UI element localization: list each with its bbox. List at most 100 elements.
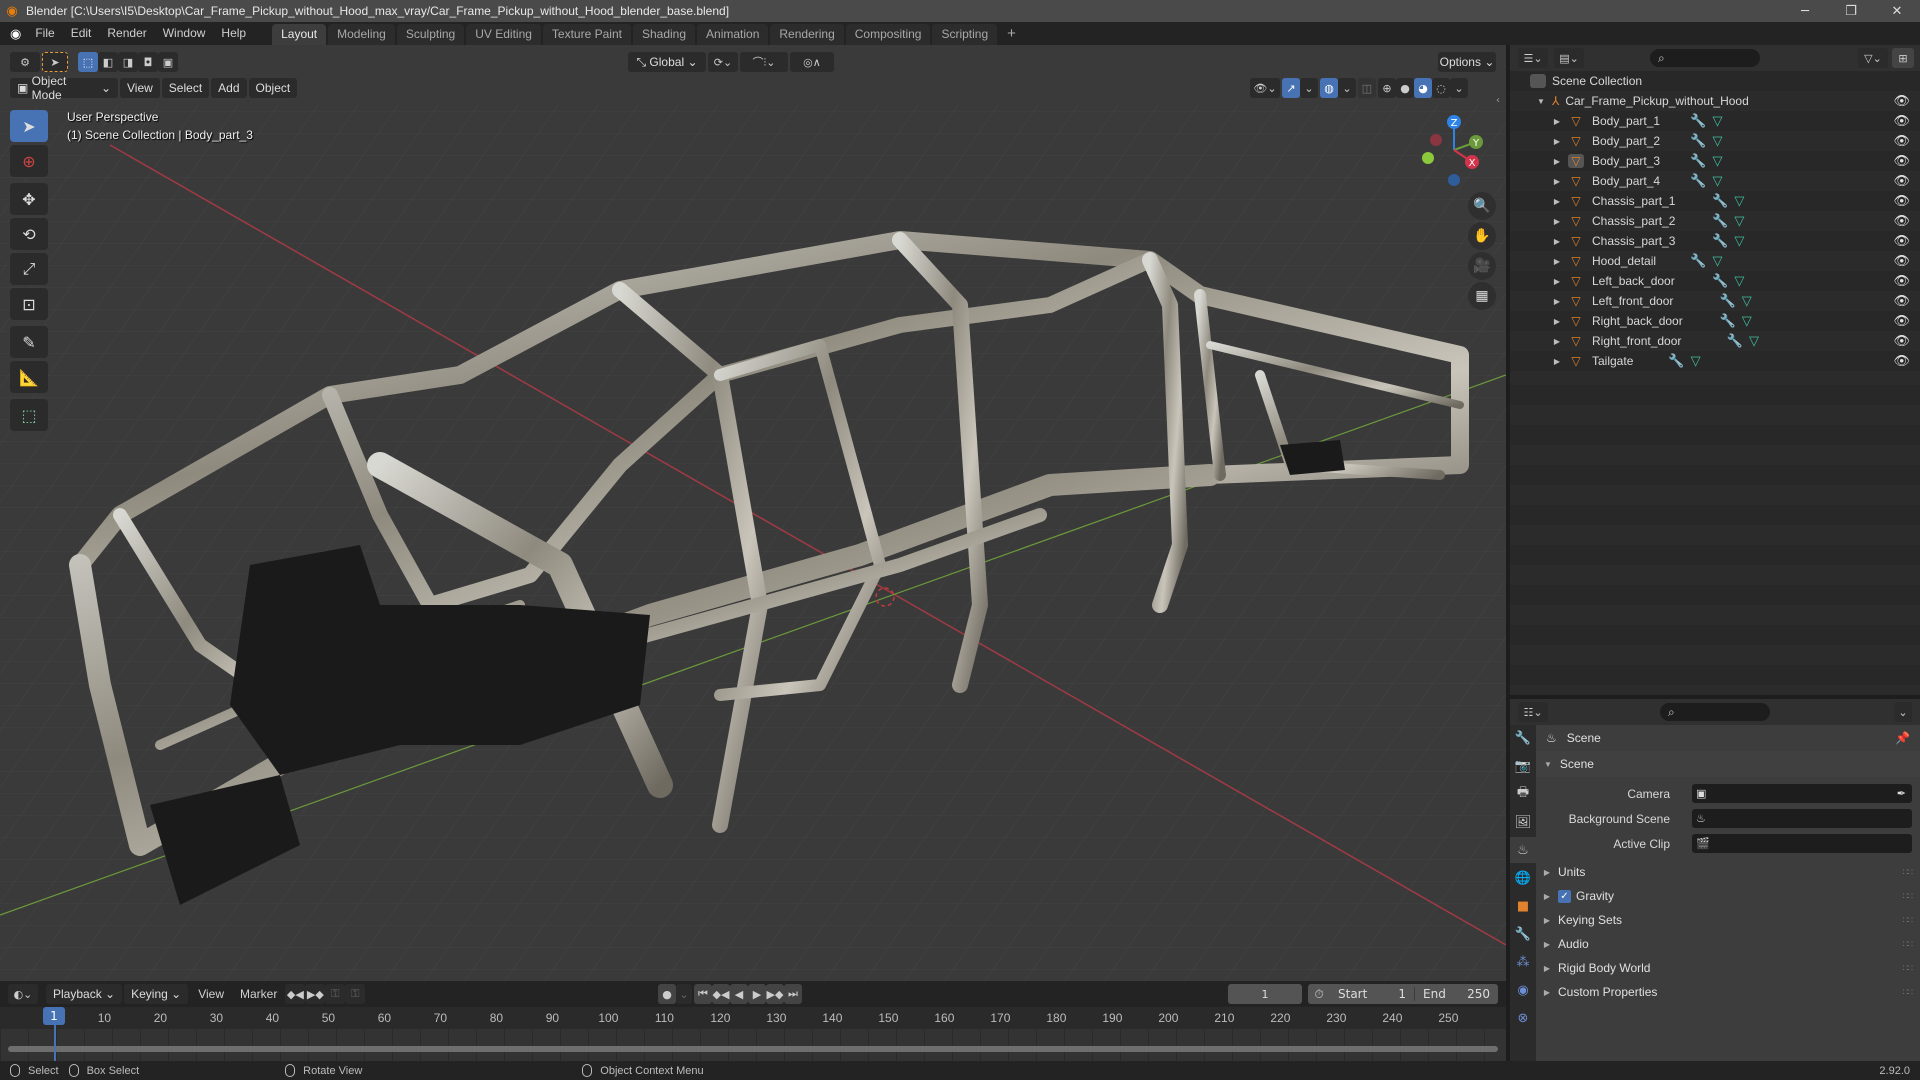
modifier-icon[interactable]: 🔧: [1720, 313, 1736, 329]
visibility-eye-icon[interactable]: 👁: [1893, 133, 1910, 149]
subpanel-audio[interactable]: ▶ Audio ∷∷: [1536, 932, 1920, 956]
constraints-tab-icon[interactable]: ⊗: [1510, 1005, 1536, 1031]
timeline-menu-view[interactable]: View: [190, 983, 232, 1006]
outliner-search-input[interactable]: ⌕: [1650, 49, 1760, 67]
physics-tab-icon[interactable]: ◉: [1510, 977, 1536, 1003]
mesh-data-icon[interactable]: ▽: [1734, 273, 1744, 289]
mesh-data-icon[interactable]: ▽: [1742, 313, 1752, 329]
visibility-eye-icon[interactable]: 👁: [1893, 213, 1910, 229]
select-mode-extend-icon[interactable]: ◧: [98, 52, 118, 72]
viewport-menu-select[interactable]: Select: [161, 78, 210, 98]
menu-render[interactable]: Render: [99, 22, 154, 45]
properties-options-icon[interactable]: ⌄: [1894, 702, 1912, 722]
gravity-checkbox[interactable]: ✓: [1558, 889, 1571, 903]
transform-orientation-dropdown[interactable]: ⤡ Global ⌄: [628, 52, 706, 72]
visibility-eye-icon[interactable]: 👁: [1893, 353, 1910, 369]
object-name[interactable]: Body_part_1: [1592, 114, 1690, 128]
tab-scripting[interactable]: Scripting: [932, 24, 998, 45]
expand-icon[interactable]: ▶: [1550, 257, 1564, 266]
visibility-eye-icon[interactable]: 👁: [1893, 153, 1910, 169]
minimize-button[interactable]: ─: [1782, 0, 1828, 22]
output-tab-icon[interactable]: 🖶: [1510, 781, 1536, 807]
viewport-menu-add[interactable]: Add: [211, 78, 247, 98]
menu-edit[interactable]: Edit: [63, 22, 100, 45]
scene-tab-icon[interactable]: ♨: [1510, 837, 1536, 863]
mesh-data-icon[interactable]: ▽: [1712, 113, 1722, 129]
outliner-object-row[interactable]: ▶ ▽ Right_back_door 🔧 ▽ 👁: [1510, 311, 1920, 331]
subpanel-rigid-body-world[interactable]: ▶ Rigid Body World ∷∷: [1536, 956, 1920, 980]
maximize-button[interactable]: ❐: [1828, 0, 1874, 22]
timeline-scrollbar[interactable]: [8, 1046, 1498, 1052]
subpanel-custom-properties[interactable]: ▶ Custom Properties ∷∷: [1536, 980, 1920, 1004]
annotate-tool-icon[interactable]: ✎: [10, 326, 48, 358]
outliner-editor-type-icon[interactable]: ☰⌄: [1518, 48, 1548, 68]
move-tool-icon[interactable]: ✥: [10, 183, 48, 215]
outliner-collection[interactable]: ▼ ⅄ Car_Frame_Pickup_without_Hood 👁: [1510, 91, 1920, 111]
viewport-menu-view[interactable]: View: [120, 78, 160, 98]
modifier-icon[interactable]: 🔧: [1712, 193, 1728, 209]
visibility-eye-icon[interactable]: 👁: [1893, 193, 1910, 209]
world-tab-icon[interactable]: 🌐: [1510, 865, 1536, 891]
sidebar-toggle-icon[interactable]: ‹: [1496, 95, 1500, 106]
tab-compositing[interactable]: Compositing: [845, 24, 931, 45]
modifier-icon[interactable]: 🔧: [1712, 213, 1728, 229]
proportional-editing-icon[interactable]: ◎∧: [790, 52, 834, 72]
auto-keying-icon[interactable]: ●: [658, 984, 676, 1004]
wireframe-shading-icon[interactable]: ⊕: [1378, 78, 1396, 98]
expand-icon[interactable]: ▶: [1550, 277, 1564, 286]
expand-icon[interactable]: ▶: [1550, 197, 1564, 206]
outliner-object-row[interactable]: ▶ ▽ Body_part_4 🔧 ▽ 👁: [1510, 171, 1920, 191]
playback-dropdown[interactable]: Playback ⌄: [46, 984, 123, 1004]
object-name[interactable]: Body_part_3: [1592, 154, 1690, 168]
expand-icon[interactable]: ▶: [1550, 157, 1564, 166]
active-clip-field[interactable]: 🎬: [1692, 834, 1912, 853]
object-name[interactable]: Tailgate: [1592, 354, 1668, 368]
add-workspace-button[interactable]: +: [999, 22, 1024, 45]
select-mode-intersect-icon[interactable]: ▣: [158, 52, 178, 72]
eyedropper-icon[interactable]: ✒: [1897, 787, 1906, 800]
subpanel-keying-sets[interactable]: ▶ Keying Sets ∷∷: [1536, 908, 1920, 932]
playhead-line[interactable]: [54, 1025, 56, 1061]
outliner-object-row[interactable]: ▶ ▽ Chassis_part_2 🔧 ▽ 👁: [1510, 211, 1920, 231]
outliner-object-row[interactable]: ▶ ▽ Chassis_part_1 🔧 ▽ 👁: [1510, 191, 1920, 211]
visibility-eye-icon[interactable]: 👁: [1893, 253, 1910, 269]
outliner-object-row[interactable]: ▶ ▽ Hood_detail 🔧 ▽ 👁: [1510, 251, 1920, 271]
object-name[interactable]: Body_part_4: [1592, 174, 1690, 188]
outliner-object-row[interactable]: ▶ ▽ Left_front_door 🔧 ▽ 👁: [1510, 291, 1920, 311]
outliner-object-row[interactable]: ▶ ▽ Chassis_part_3 🔧 ▽ 👁: [1510, 231, 1920, 251]
tab-rendering[interactable]: Rendering: [770, 24, 844, 45]
modifier-icon[interactable]: 🔧: [1712, 233, 1728, 249]
mesh-data-icon[interactable]: ▽: [1712, 153, 1722, 169]
modifier-icon[interactable]: 🔧: [1712, 273, 1728, 289]
timeline-menu-marker[interactable]: Marker: [232, 983, 285, 1006]
tab-shading[interactable]: Shading: [632, 24, 696, 45]
menu-window[interactable]: Window: [155, 22, 214, 45]
timeline-ruler[interactable]: 10 20 30 40 50 60 70 80 90 100 110 120 130 140 150 160 1…: [0, 1007, 1506, 1029]
pin-icon[interactable]: 📌: [1895, 731, 1910, 745]
expand-icon[interactable]: ▶: [1550, 117, 1564, 126]
tool-tab-icon[interactable]: 🔧: [1510, 725, 1536, 751]
outliner-object-row[interactable]: ▶ ▽ Right_front_door 🔧 ▽ 👁: [1510, 331, 1920, 351]
expand-icon[interactable]: ▶: [1550, 357, 1564, 366]
modifier-icon[interactable]: 🔧: [1727, 333, 1743, 349]
keying-dropdown[interactable]: Keying ⌄: [124, 984, 189, 1004]
jump-prev-keyframe-icon[interactable]: ◆◀: [285, 984, 306, 1004]
camera-view-icon[interactable]: 🎥: [1468, 252, 1496, 280]
display-mode-icon[interactable]: ▤⌄: [1554, 48, 1584, 68]
options-dropdown[interactable]: Options ⌄: [1438, 52, 1496, 72]
jump-next-keyframe-icon[interactable]: ▶◆: [305, 984, 326, 1004]
xray-toggle-icon[interactable]: ◫: [1358, 78, 1376, 98]
mode-dropdown[interactable]: ▣ Object Mode ⌄: [10, 74, 118, 102]
tab-modeling[interactable]: Modeling: [328, 24, 395, 45]
object-name[interactable]: Body_part_2: [1592, 134, 1690, 148]
tab-sculpting[interactable]: Sculpting: [396, 24, 465, 45]
timeline-editor-type-icon[interactable]: ◐⌄: [8, 984, 38, 1004]
modifier-tab-icon[interactable]: 🔧: [1510, 921, 1536, 947]
drag-handle-icon[interactable]: ∷∷: [1903, 939, 1914, 950]
mesh-data-icon[interactable]: ▽: [1734, 213, 1744, 229]
drag-handle-icon[interactable]: ∷∷: [1903, 963, 1914, 974]
camera-field[interactable]: ▣ ✒: [1692, 784, 1912, 803]
filter-icon[interactable]: ▽⌄: [1858, 48, 1888, 68]
gizmo-neg-x-icon[interactable]: [1430, 134, 1442, 146]
add-cube-tool-icon[interactable]: ⬚: [10, 399, 48, 431]
